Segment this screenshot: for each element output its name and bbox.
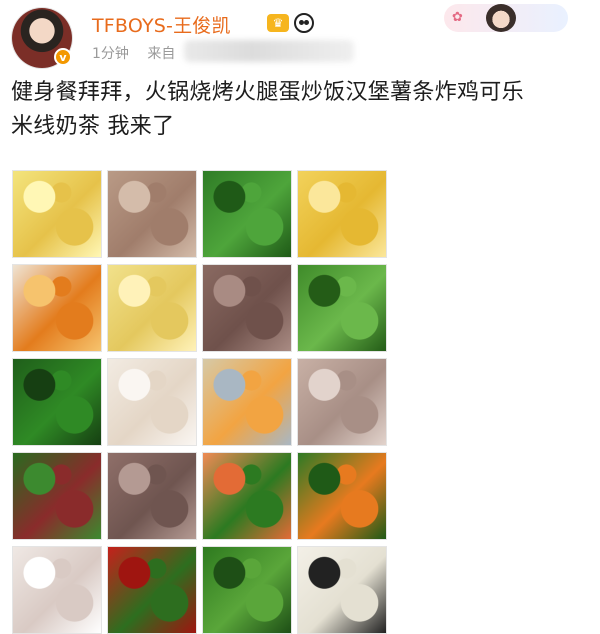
photo-grid (12, 170, 387, 634)
weibo-post: v TFBOYS-王俊凯 ♛ 1分钟 来自 ✿ 健身餐拜拜，火锅烧烤火腿蛋炒饭汉… (0, 0, 600, 634)
cabbage-photo[interactable] (12, 170, 102, 258)
blurred-source (184, 40, 354, 62)
beef-photo-2[interactable] (107, 452, 197, 540)
username-link[interactable]: TFBOYS-王俊凯 (92, 11, 231, 38)
decoration-icon: ✿ (452, 10, 463, 25)
cabbage-photo-2[interactable] (107, 264, 197, 352)
dish-photo[interactable] (297, 546, 387, 634)
chicken-pumpkin-photo[interactable] (12, 264, 102, 352)
crown-icon: ♛ (267, 14, 289, 32)
greens-photo-1[interactable] (202, 170, 292, 258)
post-time: 1分钟 (92, 46, 129, 62)
spinach-photo[interactable] (12, 358, 102, 446)
meat-photo-2[interactable] (297, 358, 387, 446)
verified-badge-icon: v (54, 48, 72, 66)
broccoli-photo[interactable] (202, 546, 292, 634)
salmon-broccoli-photo[interactable] (202, 452, 292, 540)
fan-card-banner[interactable]: ✿ (444, 4, 568, 32)
panda-icon (294, 13, 314, 33)
beef-photo-1[interactable] (202, 264, 292, 352)
meat-photo-1[interactable] (107, 170, 197, 258)
post-text-line-1: 健身餐拜拜，火锅烧烤火腿蛋炒饭汉堡薯条炸鸡可乐 (11, 80, 524, 105)
chicken-photo-2[interactable] (107, 358, 197, 446)
lunchbox-photo[interactable] (202, 358, 292, 446)
tomato-photo[interactable] (107, 546, 197, 634)
greens-pumpkin-photo[interactable] (297, 452, 387, 540)
chicken-photo-3[interactable] (12, 546, 102, 634)
post-source-prefix: 来自 (147, 46, 176, 62)
snap-peas-photo[interactable] (297, 264, 387, 352)
post-meta: 1分钟 来自 (92, 43, 189, 63)
corn-photo[interactable] (297, 170, 387, 258)
fan-card-avatar (486, 4, 516, 32)
spinach-tomato-photo[interactable] (12, 452, 102, 540)
post-text: 健身餐拜拜，火锅烧烤火腿蛋炒饭汉堡薯条炸鸡可乐 米线奶茶 我来了 (11, 76, 596, 144)
post-text-line-2: 米线奶茶 我来了 (11, 114, 175, 139)
